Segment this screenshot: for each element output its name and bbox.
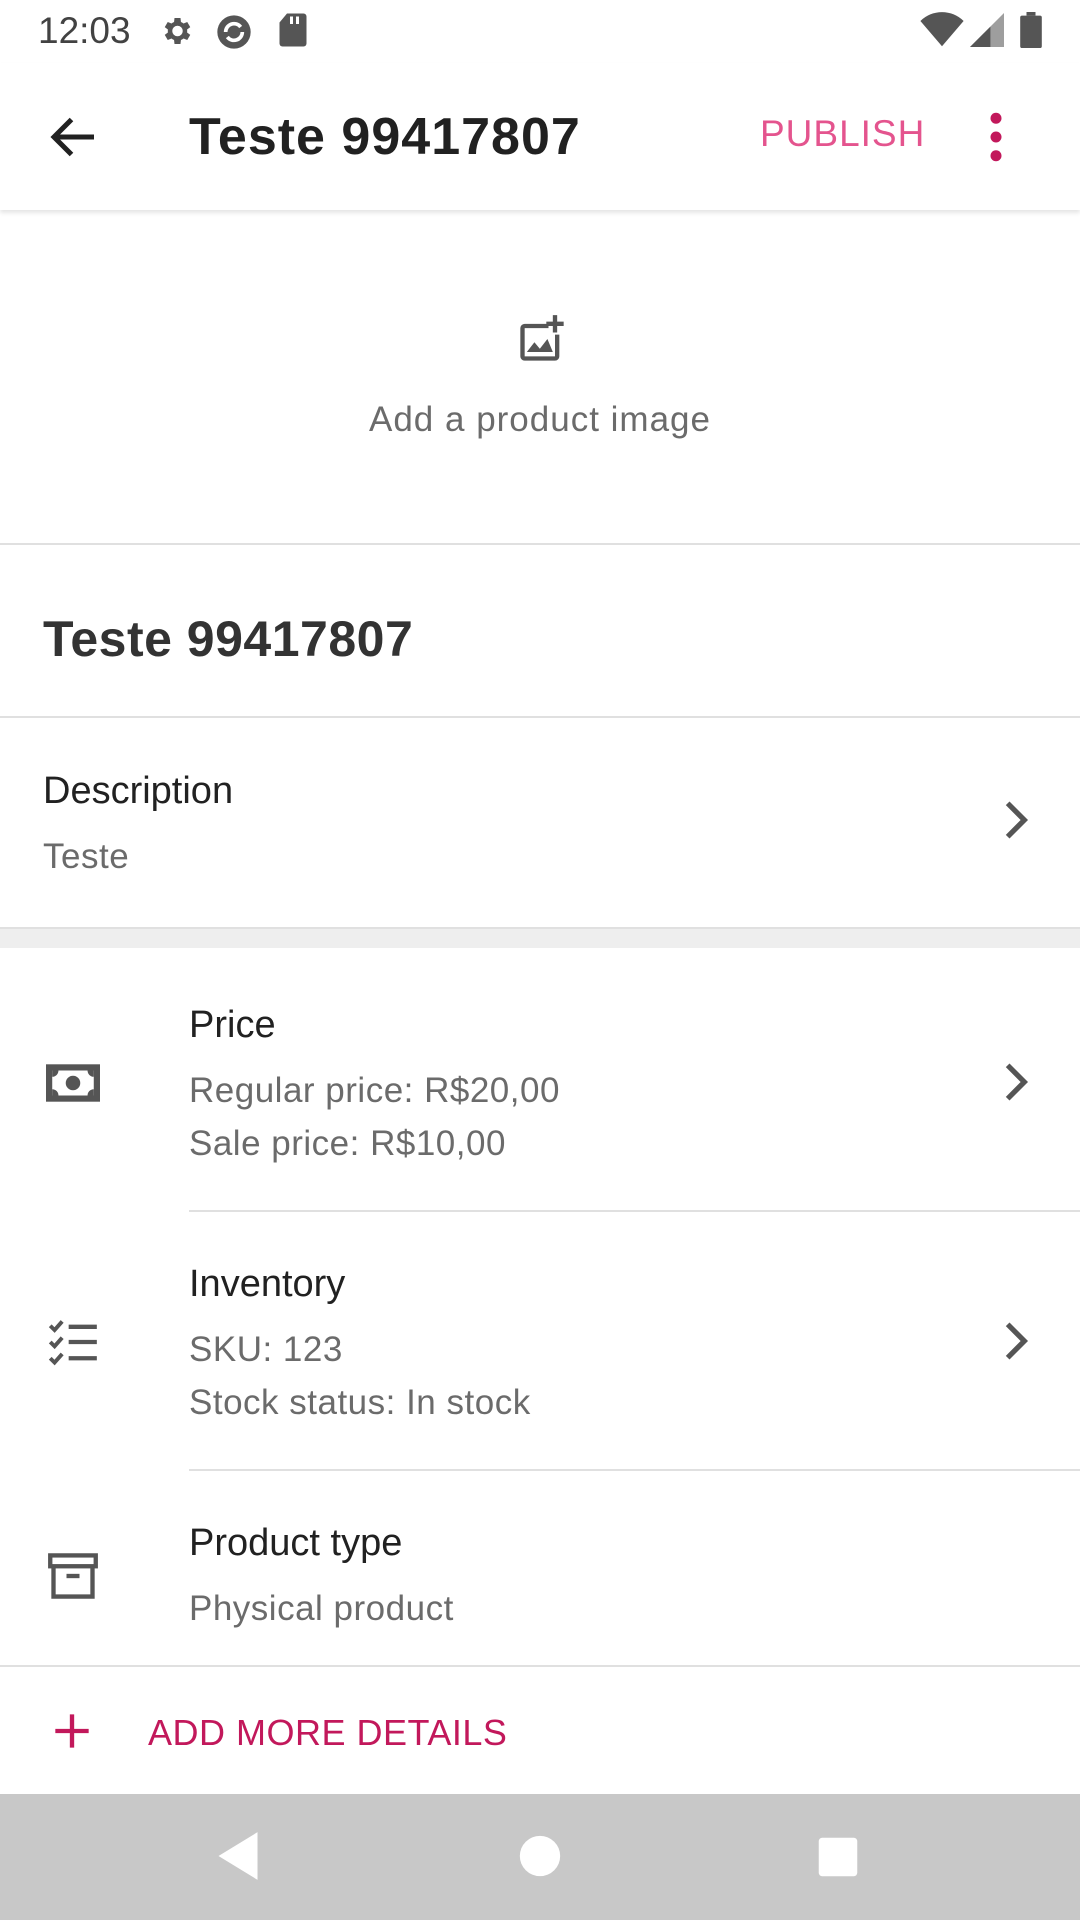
chevron-right-icon xyxy=(1005,801,1029,839)
battery-icon xyxy=(1020,12,1042,48)
system-nav-bar xyxy=(0,1794,1080,1920)
description-value: Teste xyxy=(43,837,130,876)
checklist-icon xyxy=(48,1320,97,1366)
nav-recents-icon[interactable] xyxy=(817,1836,859,1878)
chevron-right-icon xyxy=(1005,1322,1029,1360)
sku: SKU: 123 xyxy=(189,1330,343,1369)
stock-status: Stock status: In stock xyxy=(189,1383,531,1422)
archive-box-icon xyxy=(48,1553,98,1599)
status-time: 12:03 xyxy=(38,10,131,51)
sync-icon xyxy=(217,15,251,49)
divider xyxy=(0,1665,1080,1667)
nav-home-icon[interactable] xyxy=(518,1834,562,1878)
description-title: Description xyxy=(43,770,234,812)
publish-button[interactable]: PUBLISH xyxy=(760,113,925,155)
add-more-details-label[interactable]: ADD MORE DETAILS xyxy=(148,1712,507,1754)
section-gap xyxy=(0,929,1080,948)
divider xyxy=(0,543,1080,545)
signal-icon xyxy=(970,13,1004,47)
page-title: Teste 99417807 xyxy=(189,108,581,166)
add-image-area[interactable] xyxy=(0,210,1080,543)
settings-icon xyxy=(164,17,191,45)
sd-card-icon xyxy=(279,13,307,47)
plus-icon[interactable] xyxy=(52,1711,92,1751)
inventory-title: Inventory xyxy=(189,1263,346,1305)
price-title: Price xyxy=(189,1004,276,1046)
status-bar: 12:03 xyxy=(0,0,1080,63)
sale-price: Sale price: R$10,00 xyxy=(189,1124,506,1163)
product-type-title: Product type xyxy=(189,1522,403,1564)
inventory-row[interactable] xyxy=(0,1212,1080,1470)
app-bar: Teste 99417807 PUBLISH xyxy=(0,63,1080,210)
add-image-label[interactable]: Add a product image xyxy=(0,400,1080,440)
product-type-value: Physical product xyxy=(189,1589,454,1628)
back-arrow-icon[interactable] xyxy=(44,107,104,167)
description-row[interactable] xyxy=(0,718,1080,927)
nav-back-icon[interactable] xyxy=(215,1830,261,1882)
regular-price: Regular price: R$20,00 xyxy=(189,1071,560,1110)
chevron-right-icon xyxy=(1005,1063,1029,1101)
add-photo-icon[interactable] xyxy=(515,313,569,365)
more-options-icon[interactable] xyxy=(974,107,1018,167)
wifi-icon xyxy=(920,12,964,47)
product-name[interactable]: Teste 99417807 xyxy=(43,610,413,668)
money-icon xyxy=(46,1064,100,1102)
product-type-row[interactable] xyxy=(0,1471,1080,1665)
